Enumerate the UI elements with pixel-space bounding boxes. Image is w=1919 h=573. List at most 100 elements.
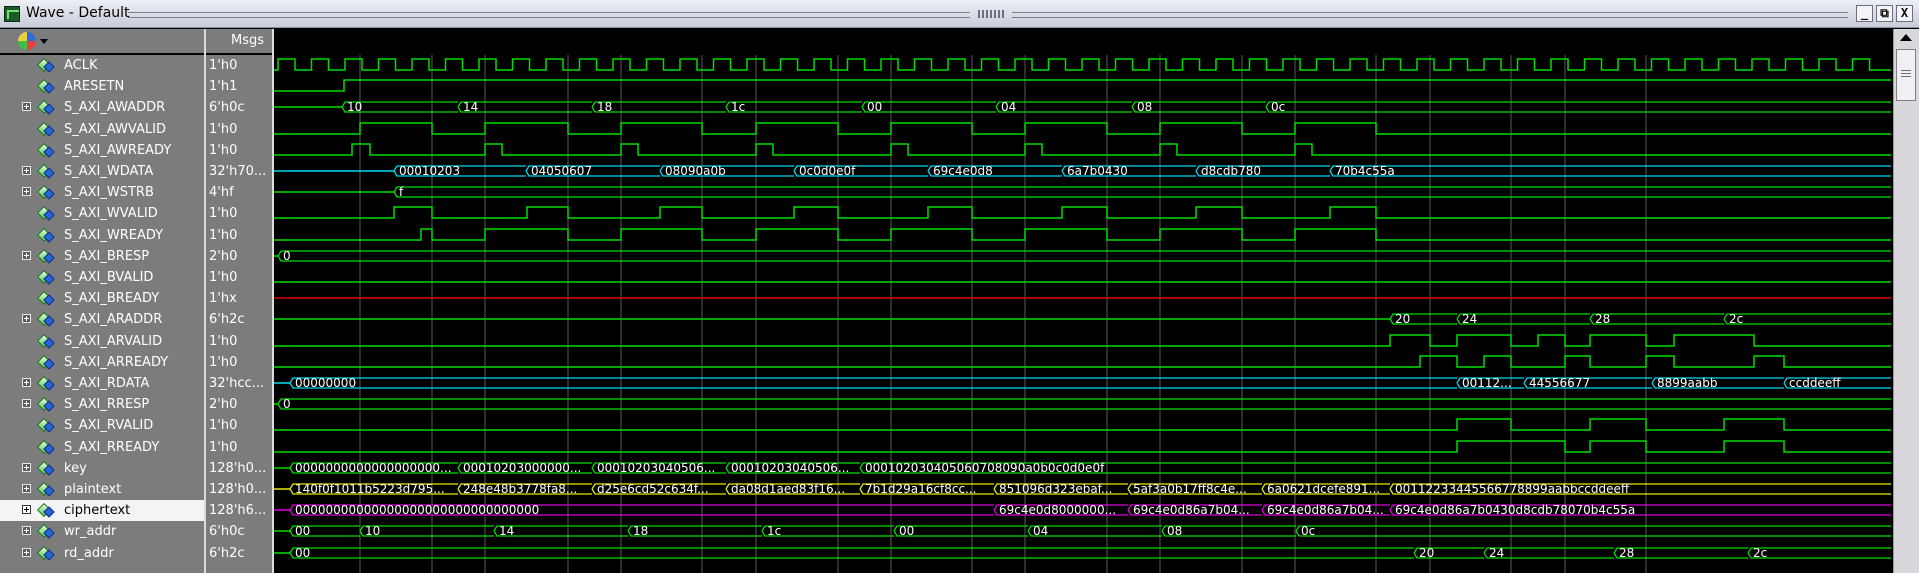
signal-value-row[interactable]: 1'h0	[206, 119, 272, 140]
signal-row[interactable]: S_AXI_WVALID	[0, 203, 204, 224]
signal-value-row[interactable]: 4'hf	[206, 182, 272, 203]
expand-icon[interactable]	[22, 399, 31, 408]
restore-button[interactable]: ⧉	[1876, 5, 1893, 22]
signal-value-row[interactable]: 32'hcc...	[206, 373, 272, 394]
signal-value-row[interactable]: 1'hx	[206, 288, 272, 309]
scroll-up-icon[interactable]	[1900, 34, 1912, 41]
signal-value-row[interactable]: 128'h6...	[206, 500, 272, 521]
bus-value-label: 04	[1001, 100, 1016, 114]
expand-icon[interactable]	[22, 505, 31, 514]
signal-row[interactable]: S_AXI_RREADY	[0, 437, 204, 458]
signal-value-row[interactable]: 128'h0...	[206, 479, 272, 500]
vertical-scrollbar[interactable]	[1893, 29, 1919, 573]
waveform-pane[interactable]: 10 14 18 1c 00 04 08 0c00010203 04050607 08090a0b…	[274, 55, 1891, 573]
signal-value-row[interactable]: 1'h0	[206, 331, 272, 352]
chevron-down-icon[interactable]	[40, 39, 48, 44]
signal-name: S_AXI_AWREADY	[64, 143, 172, 158]
signal-row[interactable]: S_AXI_ARVALID	[0, 331, 204, 352]
signal-name: ARESETN	[64, 79, 125, 94]
expand-icon[interactable]	[22, 378, 31, 387]
signal-value-row[interactable]: 6'h2c	[206, 543, 272, 564]
signal-row[interactable]: S_AXI_BVALID	[0, 267, 204, 288]
msgs-header[interactable]: Msgs	[206, 29, 272, 53]
expand-icon[interactable]	[22, 484, 31, 493]
signal-value: 1'h0	[209, 228, 238, 243]
signal-value-row[interactable]: 1'h0	[206, 55, 272, 76]
signal-icon	[36, 99, 55, 115]
signal-value: 1'h1	[209, 79, 238, 94]
signal-icon	[36, 396, 55, 412]
signal-row[interactable]: key	[0, 458, 204, 479]
expand-icon[interactable]	[22, 102, 31, 111]
expand-icon[interactable]	[22, 548, 31, 557]
signal-row[interactable]: S_AXI_AWREADY	[0, 140, 204, 161]
signal-row[interactable]: wr_addr	[0, 521, 204, 542]
signal-value-row[interactable]: 2'h0	[206, 394, 272, 415]
bus-value-label: 1c	[767, 524, 781, 538]
signal-value-row[interactable]: 1'h0	[206, 437, 272, 458]
signal-row[interactable]: plaintext	[0, 479, 204, 500]
bus-segment	[289, 377, 1457, 389]
signal-value-row[interactable]: 2'h0	[206, 246, 272, 267]
expand-icon[interactable]	[22, 187, 31, 196]
signal-icon	[36, 57, 55, 73]
signal-row[interactable]: S_AXI_RRESP	[0, 394, 204, 415]
signal-row[interactable]: S_AXI_ARADDR	[0, 309, 204, 330]
minimize-button[interactable]: _	[1856, 5, 1873, 22]
bus-value-label: 14	[463, 100, 478, 114]
bus-value-label: 44556677	[1529, 376, 1590, 390]
signal-value-row[interactable]: 1'h0	[206, 267, 272, 288]
signal-row[interactable]: S_AXI_AWADDR	[0, 97, 204, 118]
signal-name: rd_addr	[64, 546, 114, 561]
signal-header[interactable]	[0, 29, 204, 53]
signal-row[interactable]: rd_addr	[0, 543, 204, 564]
signal-row[interactable]: S_AXI_WREADY	[0, 225, 204, 246]
signal-value-row[interactable]: 32'h70...	[206, 161, 272, 182]
bus-value-label: 0	[283, 397, 291, 411]
signal-value-row[interactable]: 6'h0c	[206, 97, 272, 118]
signal-value: 128'h0...	[209, 482, 267, 497]
dock-handle-icon[interactable]	[978, 10, 1004, 18]
signal-value-row[interactable]: 1'h0	[206, 140, 272, 161]
bus-value-label: 18	[633, 524, 648, 538]
signal-value-row[interactable]: 1'h1	[206, 76, 272, 97]
signal-value-row[interactable]: 6'h0c	[206, 521, 272, 542]
signal-value-row[interactable]: 1'h0	[206, 415, 272, 436]
signal-icon	[36, 248, 55, 264]
close-button[interactable]: X	[1896, 5, 1913, 22]
signal-row[interactable]: ARESETN	[0, 76, 204, 97]
wave-toolbar-icon[interactable]	[18, 32, 36, 50]
signal-row[interactable]: S_AXI_AWVALID	[0, 119, 204, 140]
signal-row[interactable]: ACLK	[0, 55, 204, 76]
bus-value-label: 08	[1167, 524, 1182, 538]
expand-icon[interactable]	[22, 166, 31, 175]
signal-waveform	[274, 228, 1891, 241]
signal-name: S_AXI_RVALID	[64, 418, 154, 433]
signal-row[interactable]: S_AXI_BREADY	[0, 288, 204, 309]
signal-value-row[interactable]: 1'h0	[206, 203, 272, 224]
expand-icon[interactable]	[22, 463, 31, 472]
signal-row[interactable]: S_AXI_WSTRB	[0, 182, 204, 203]
bus-segment	[277, 398, 1891, 410]
signal-row[interactable]: S_AXI_RVALID	[0, 415, 204, 436]
expand-icon[interactable]	[22, 526, 31, 535]
signal-icon	[36, 269, 55, 285]
expand-icon[interactable]	[22, 314, 31, 323]
signal-value-row[interactable]: 1'h0	[206, 352, 272, 373]
bus-value-label: 2c	[1729, 312, 1743, 326]
signal-row[interactable]: S_AXI_WDATA	[0, 161, 204, 182]
window-titlebar[interactable]: Wave - Default _ ⧉ X	[0, 0, 1919, 28]
signal-row[interactable]: S_AXI_ARREADY	[0, 352, 204, 373]
signal-value-row[interactable]: 128'h0...	[206, 458, 272, 479]
signal-row[interactable]: ciphertext	[0, 500, 204, 521]
expand-icon[interactable]	[22, 251, 31, 260]
bus-value-label: 00112233445566778899aabbccddeeff	[1395, 482, 1630, 496]
signal-name: S_AXI_ARREADY	[64, 355, 169, 370]
signal-row[interactable]: S_AXI_BRESP	[0, 246, 204, 267]
signal-waveform	[274, 206, 1891, 219]
signal-row[interactable]: S_AXI_RDATA	[0, 373, 204, 394]
signal-waveform	[274, 334, 1891, 347]
signal-value-row[interactable]: 1'h0	[206, 225, 272, 246]
signal-value-row[interactable]: 6'h2c	[206, 309, 272, 330]
scrollbar-thumb[interactable]	[1896, 49, 1916, 101]
